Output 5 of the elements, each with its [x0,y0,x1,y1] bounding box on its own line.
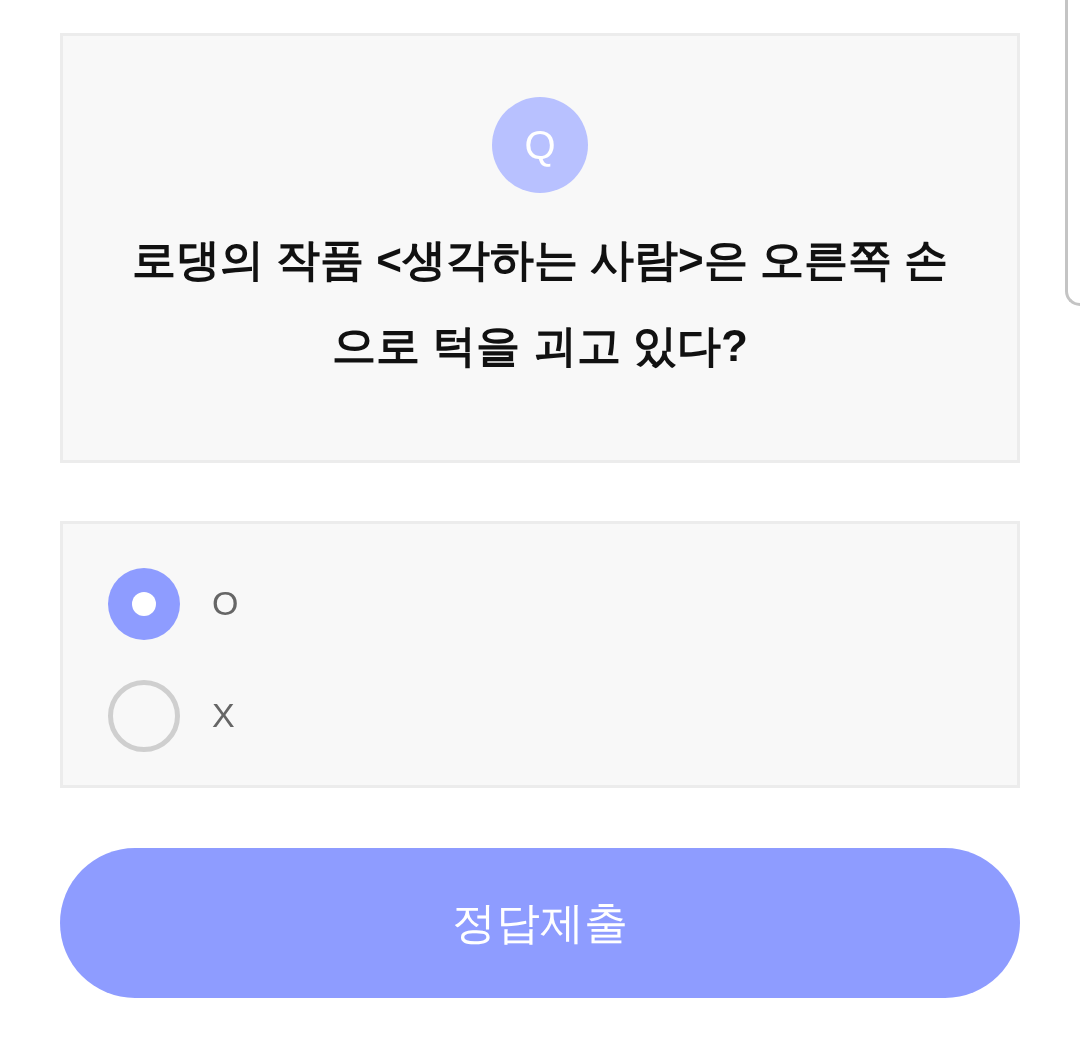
option-label[interactable]: O [212,578,239,629]
radio-button[interactable] [108,679,180,752]
question-badge: Q [492,97,588,193]
question-text: 로댕의 작품 <생각하는 사람>은 오른쪽 손으로 턱을 괴고 있다? [130,234,950,372]
option-label[interactable]: X [212,690,235,741]
